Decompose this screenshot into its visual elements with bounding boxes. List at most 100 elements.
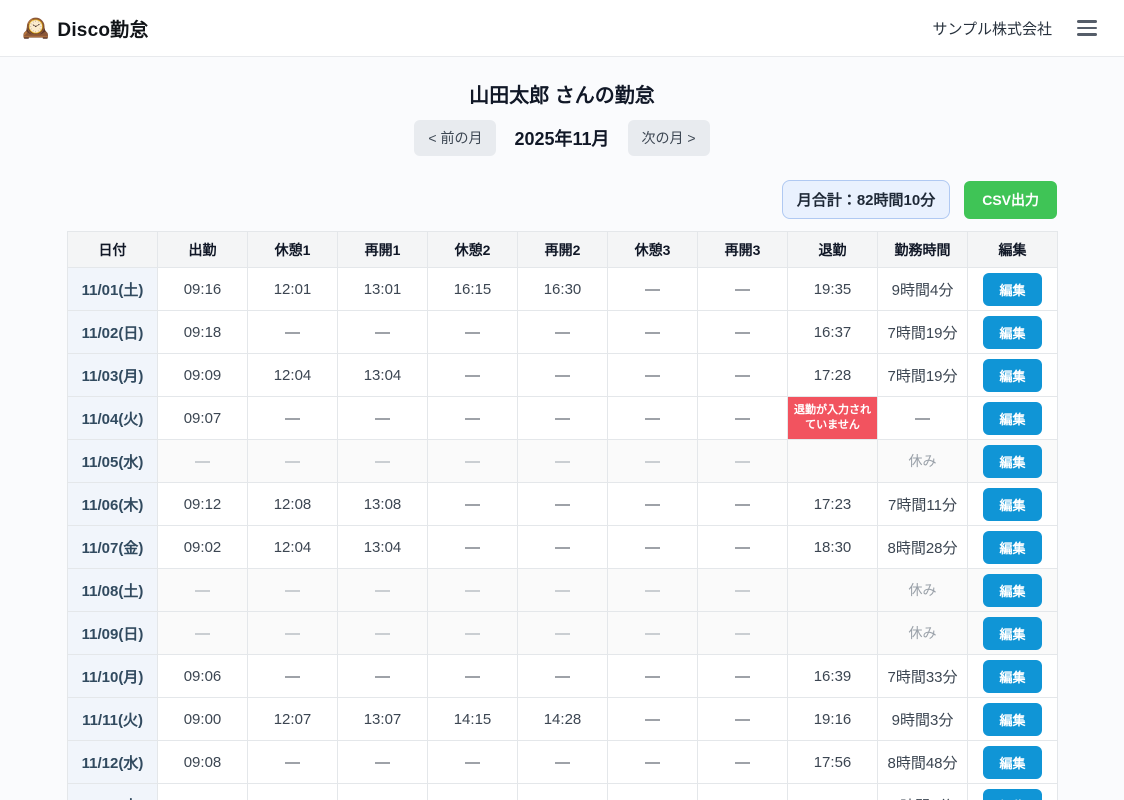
table-row: 11/09(日)———————休み編集 [68, 612, 1058, 655]
edit-button[interactable]: 編集 [983, 488, 1041, 521]
csv-export-button[interactable]: CSV出力 [964, 181, 1057, 219]
work-time-cell: 8時間48分 [878, 741, 968, 784]
edit-cell: 編集 [968, 268, 1058, 311]
time-cell: — [698, 741, 788, 784]
time-cell: — [518, 741, 608, 784]
time-cell: — [428, 440, 518, 483]
work-time-cell: 休み [878, 440, 968, 483]
time-cell: — [608, 784, 698, 800]
next-month-button[interactable]: 次の月 > [628, 120, 710, 156]
edit-cell: 編集 [968, 526, 1058, 569]
time-cell: — [698, 655, 788, 698]
time-cell: — [428, 526, 518, 569]
time-cell: — [698, 440, 788, 483]
clock-out-cell: 16:39 [788, 655, 878, 698]
time-cell: 13:07 [338, 698, 428, 741]
time-cell: — [608, 569, 698, 612]
time-cell: — [338, 397, 428, 440]
time-cell: 16:30 [518, 268, 608, 311]
edit-button[interactable]: 編集 [983, 531, 1041, 564]
time-cell: 14:15 [428, 698, 518, 741]
time-cell: — [518, 655, 608, 698]
hamburger-menu-button[interactable] [1072, 13, 1102, 43]
edit-button[interactable]: 編集 [983, 359, 1041, 392]
monthly-total-badge: 月合計：82時間10分 [782, 180, 950, 219]
time-cell: — [608, 612, 698, 655]
time-cell: 12:04 [248, 526, 338, 569]
edit-button[interactable]: 編集 [983, 316, 1041, 349]
time-cell: — [698, 526, 788, 569]
edit-button[interactable]: 編集 [983, 574, 1041, 607]
clock-out-cell: 17:56 [788, 741, 878, 784]
work-time-cell: 9時間3分 [878, 698, 968, 741]
time-cell: — [338, 569, 428, 612]
work-time-cell: 9時間4分 [878, 268, 968, 311]
edit-button[interactable]: 編集 [983, 273, 1041, 306]
date-cell: 11/10(月) [68, 655, 158, 698]
clock-out-cell [788, 569, 878, 612]
edit-button[interactable]: 編集 [983, 789, 1041, 800]
time-cell: — [428, 655, 518, 698]
column-header: 休憩1 [248, 232, 338, 268]
table-row: 11/01(土)09:1612:0113:0116:1516:30——19:35… [68, 268, 1058, 311]
time-cell: 16:10 [428, 784, 518, 800]
time-cell: — [428, 311, 518, 354]
date-cell: 11/06(木) [68, 483, 158, 526]
table-row: 11/05(水)———————休み編集 [68, 440, 1058, 483]
edit-button[interactable]: 編集 [983, 660, 1041, 693]
time-cell: 09:00 [158, 698, 248, 741]
edit-button[interactable]: 編集 [983, 445, 1041, 478]
time-cell: 13:04 [338, 526, 428, 569]
edit-cell: 編集 [968, 483, 1058, 526]
date-cell: 11/12(水) [68, 741, 158, 784]
date-cell: 11/09(日) [68, 612, 158, 655]
time-cell: — [518, 311, 608, 354]
edit-button[interactable]: 編集 [983, 703, 1041, 736]
time-cell: — [608, 526, 698, 569]
time-cell: — [518, 612, 608, 655]
time-cell: — [248, 440, 338, 483]
date-cell: 11/05(水) [68, 440, 158, 483]
time-cell: 16:25 [518, 784, 608, 800]
time-cell: — [248, 741, 338, 784]
edit-button[interactable]: 編集 [983, 617, 1041, 650]
time-cell: — [338, 612, 428, 655]
time-cell: 09:06 [158, 655, 248, 698]
time-cell: — [608, 354, 698, 397]
table-row: 11/03(月)09:0912:0413:04————17:287時間19分編集 [68, 354, 1058, 397]
time-cell: — [248, 397, 338, 440]
time-cell: 09:08 [158, 741, 248, 784]
time-cell: — [698, 354, 788, 397]
work-time-cell: 7時間19分 [878, 354, 968, 397]
column-header: 再開1 [338, 232, 428, 268]
time-cell: — [158, 612, 248, 655]
time-cell: — [428, 354, 518, 397]
work-time-cell: 7時間19分 [878, 311, 968, 354]
time-cell: — [698, 784, 788, 800]
prev-month-button[interactable]: < 前の月 [414, 120, 496, 156]
date-cell: 11/11(火) [68, 698, 158, 741]
clock-out-cell: 19:16 [788, 698, 878, 741]
clock-out-cell [788, 440, 878, 483]
time-cell: — [698, 311, 788, 354]
work-time-cell: — [878, 397, 968, 440]
table-row: 11/12(水)09:08——————17:568時間48分編集 [68, 741, 1058, 784]
edit-cell: 編集 [968, 698, 1058, 741]
edit-cell: 編集 [968, 397, 1058, 440]
clock-out-cell: 18:30 [788, 526, 878, 569]
work-time-cell: 休み [878, 612, 968, 655]
time-cell: 13:08 [338, 483, 428, 526]
time-cell: 12:07 [248, 698, 338, 741]
time-cell: 09:09 [158, 354, 248, 397]
table-row: 11/11(火)09:0012:0713:0714:1514:28——19:16… [68, 698, 1058, 741]
edit-button[interactable]: 編集 [983, 402, 1041, 435]
time-cell: 13:07 [338, 784, 428, 800]
clock-out-cell: 17:28 [788, 354, 878, 397]
time-cell: — [698, 483, 788, 526]
date-cell: 11/03(月) [68, 354, 158, 397]
edit-button[interactable]: 編集 [983, 746, 1041, 779]
time-cell: — [698, 397, 788, 440]
time-cell: — [518, 526, 608, 569]
edit-cell: 編集 [968, 440, 1058, 483]
time-cell: — [608, 268, 698, 311]
